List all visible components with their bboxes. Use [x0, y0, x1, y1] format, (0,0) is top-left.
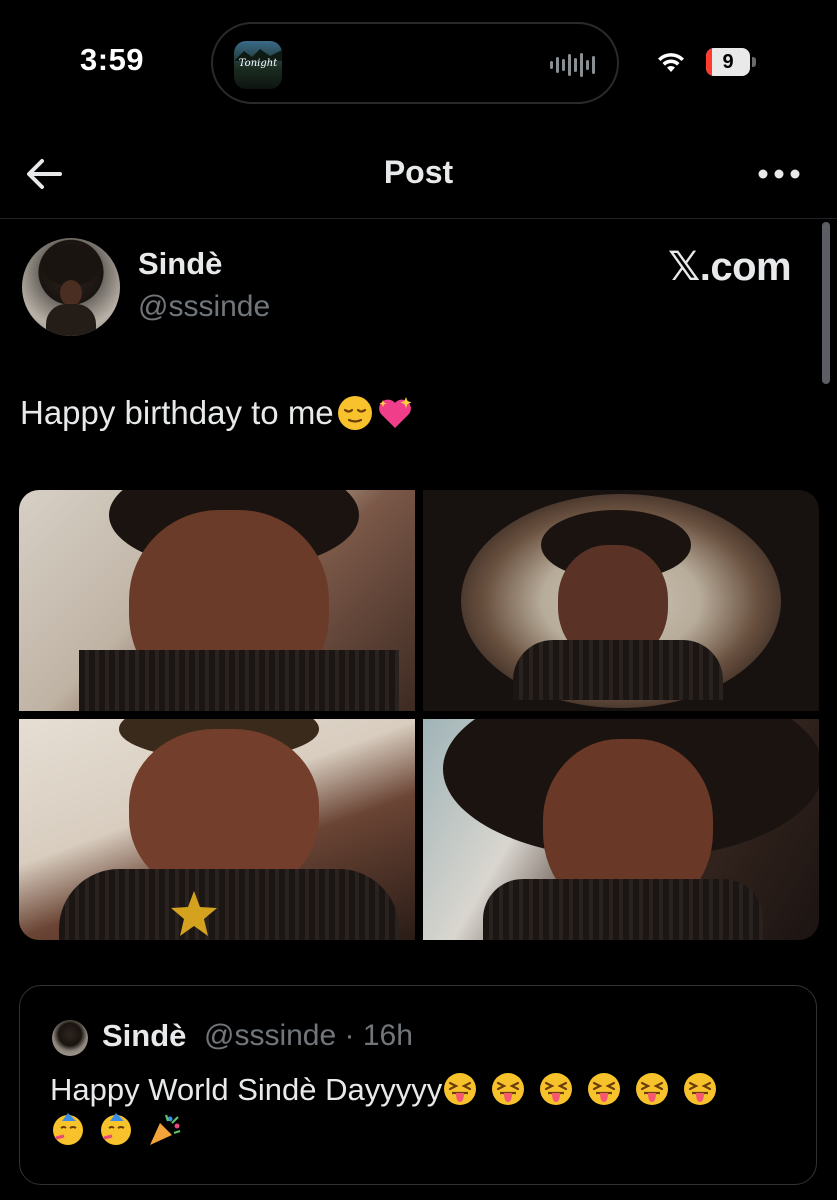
quoted-author-handle[interactable]: @sssinde: [204, 1019, 336, 1052]
header-divider: [0, 218, 837, 219]
post-text-content: Happy birthday to me: [20, 394, 334, 431]
page-title: Post: [383, 154, 454, 190]
post-photo-3[interactable]: [19, 719, 415, 940]
battery-level: 9: [722, 51, 734, 73]
dynamic-island[interactable]: Tonight: [211, 22, 619, 104]
author-avatar[interactable]: [22, 238, 120, 336]
post-photo-1[interactable]: [19, 490, 415, 711]
quoted-author-avatar[interactable]: [52, 1020, 88, 1056]
party-popper-emoji-icon: [150, 1114, 181, 1145]
squinting-tongue-emoji-icon: [684, 1073, 717, 1105]
star-pendant-icon: [171, 891, 217, 936]
wifi-icon: [658, 53, 684, 72]
quoted-post-text-content: Happy World Sindè Dayyyyy: [50, 1072, 443, 1107]
quoted-post[interactable]: Sindè @sssinde · 16h Happy World Sindè D…: [19, 985, 817, 1185]
quoted-post-text: Happy World Sindè Dayyyyy: [50, 1070, 790, 1150]
post-header: Post: [0, 130, 837, 218]
status-bar: 3:59 Tonight 9: [0, 0, 837, 120]
battery-icon: 9: [706, 48, 756, 76]
x-brand-logo: 𝕏.com: [668, 245, 792, 289]
relieved-face-emoji-icon: [337, 396, 372, 430]
squinting-tongue-emoji-icon: [636, 1073, 669, 1105]
status-time: 3:59: [80, 42, 145, 77]
squinting-tongue-emoji-icon: [540, 1073, 573, 1105]
sparkling-heart-emoji-icon: [378, 397, 412, 428]
scrollbar[interactable]: [822, 222, 830, 384]
meta-separator: ·: [344, 1019, 355, 1052]
now-playing-app-icon[interactable]: Tonight: [234, 41, 282, 89]
partying-face-emoji-icon: [53, 1113, 83, 1145]
now-playing-app-name: Tonight: [238, 58, 278, 69]
more-horizontal-icon[interactable]: [755, 152, 803, 196]
author-display-name[interactable]: Sindè: [138, 246, 222, 282]
squinting-tongue-emoji-icon: [492, 1073, 525, 1105]
post-photo-2[interactable]: [423, 490, 819, 711]
post-media-grid: [19, 490, 819, 940]
post-photo-4[interactable]: [423, 719, 819, 940]
audio-waveform-icon: [550, 52, 595, 78]
author-handle[interactable]: @sssinde: [138, 290, 270, 324]
post-text: Happy birthday to me: [20, 394, 414, 432]
quoted-post-time[interactable]: 16h: [363, 1019, 413, 1052]
partying-face-emoji-icon: [101, 1113, 131, 1145]
squinting-tongue-emoji-icon: [588, 1073, 621, 1105]
quoted-author-display-name[interactable]: Sindè: [102, 1018, 186, 1054]
quoted-author-meta: @sssinde · 16h: [204, 1019, 413, 1053]
squinting-tongue-emoji-icon: [444, 1073, 477, 1105]
